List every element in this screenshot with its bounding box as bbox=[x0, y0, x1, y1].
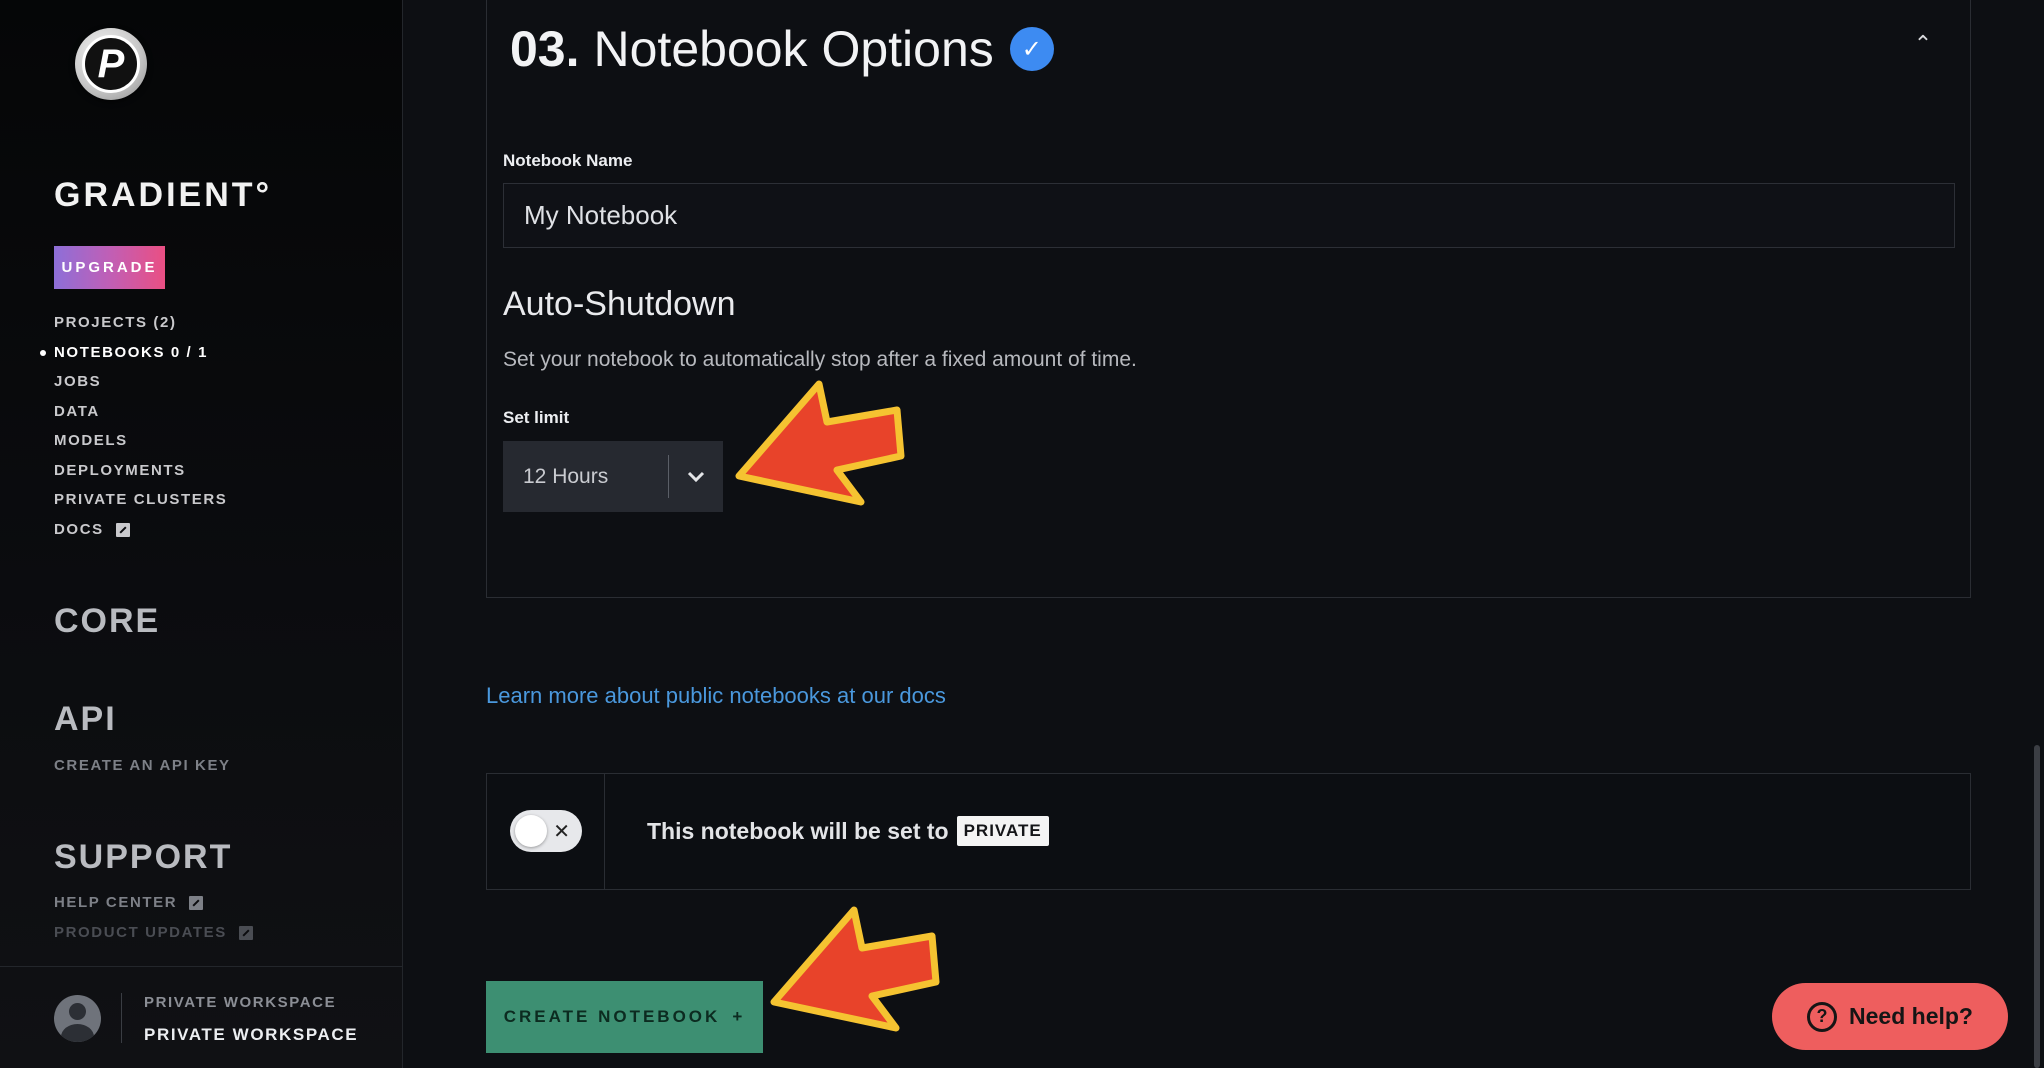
core-heading[interactable]: CORE bbox=[54, 602, 160, 641]
notebook-name-label: Notebook Name bbox=[503, 151, 633, 170]
scrollbar[interactable] bbox=[2034, 745, 2040, 1068]
set-limit-label: Set limit bbox=[503, 408, 570, 427]
sidebar: P GRADIENT° UPGRADE PROJECTS (2) NOTEBOO… bbox=[0, 0, 403, 1068]
privacy-text: This notebook will be set to bbox=[647, 817, 949, 844]
sidebar-nav: PROJECTS (2) NOTEBOOKS 0 / 1 JOBS DATA M… bbox=[39, 312, 227, 549]
external-link-icon bbox=[238, 925, 253, 940]
logo-ring: P bbox=[82, 35, 140, 93]
section-number: 03. bbox=[510, 21, 580, 77]
annotation-arrow-icon bbox=[735, 380, 905, 506]
chevron-up-icon[interactable]: ⌃ bbox=[1910, 33, 1936, 55]
section-header[interactable]: 03. Notebook Options ✓ bbox=[510, 20, 1054, 78]
auto-shutdown-heading: Auto-Shutdown bbox=[503, 285, 736, 323]
auto-shutdown-description: Set your notebook to automatically stop … bbox=[503, 348, 1137, 371]
sidebar-item-notebooks[interactable]: NOTEBOOKS 0 / 1 bbox=[39, 342, 227, 372]
sidebar-item-private-clusters[interactable]: PRIVATE CLUSTERS bbox=[54, 489, 227, 519]
sidebar-item-label: DOCS bbox=[54, 520, 104, 538]
workspace-label: PRIVATE WORKSPACE bbox=[144, 994, 337, 1011]
avatar[interactable] bbox=[54, 995, 101, 1042]
workspace-name: PRIVATE WORKSPACE bbox=[144, 1025, 359, 1044]
shutdown-limit-value: 12 Hours bbox=[523, 464, 609, 488]
need-help-label: Need help? bbox=[1849, 1003, 1973, 1029]
support-heading: SUPPORT bbox=[54, 838, 233, 876]
public-toggle[interactable]: ✕ bbox=[510, 810, 582, 852]
sidebar-item-label: PRIVATE CLUSTERS bbox=[54, 491, 228, 508]
toggle-cell: ✕ bbox=[487, 774, 605, 889]
notebook-name-input[interactable] bbox=[503, 183, 1955, 248]
api-heading[interactable]: API bbox=[54, 700, 117, 739]
external-link-icon bbox=[189, 895, 204, 910]
product-updates-link[interactable]: PRODUCT UPDATES bbox=[54, 924, 253, 941]
workspace-switcher[interactable]: PRIVATE WORKSPACE PRIVATE WORKSPACE bbox=[0, 966, 403, 1068]
shutdown-limit-select[interactable]: 12 Hours bbox=[503, 441, 723, 512]
need-help-button[interactable]: ? Need help? bbox=[1772, 983, 2008, 1050]
plus-icon: + bbox=[732, 1007, 746, 1026]
sidebar-item-label: MODELS bbox=[54, 432, 128, 449]
upgrade-button[interactable]: UPGRADE bbox=[54, 246, 165, 289]
question-circle-icon: ? bbox=[1807, 1001, 1838, 1032]
product-updates-label: PRODUCT UPDATES bbox=[54, 924, 227, 941]
logo-letter: P bbox=[97, 41, 125, 86]
privacy-setting: ✕ This notebook will be set to PRIVATE bbox=[486, 773, 1971, 890]
sidebar-item-label: JOBS bbox=[54, 373, 102, 390]
sidebar-item-docs[interactable]: DOCS bbox=[54, 519, 227, 549]
status-badge: PRIVATE bbox=[956, 816, 1049, 846]
section-title: Notebook Options bbox=[593, 21, 994, 77]
chevron-down-icon[interactable] bbox=[669, 441, 723, 512]
brand-title: GRADIENT° bbox=[54, 176, 273, 214]
help-center-label: HELP CENTER bbox=[54, 894, 178, 911]
create-notebook-button[interactable]: CREATE NOTEBOOK + bbox=[486, 981, 763, 1053]
check-circle-icon: ✓ bbox=[1009, 27, 1054, 71]
toggle-knob bbox=[515, 815, 547, 847]
sidebar-item-projects[interactable]: PROJECTS (2) bbox=[54, 312, 227, 342]
workspace-divider bbox=[121, 993, 122, 1043]
create-api-key-link[interactable]: CREATE AN API KEY bbox=[54, 757, 231, 774]
privacy-message: This notebook will be set to PRIVATE bbox=[647, 816, 1049, 846]
sidebar-item-label: DEPLOYMENTS bbox=[54, 461, 186, 479]
help-center-link[interactable]: HELP CENTER bbox=[54, 894, 204, 911]
paperspace-logo[interactable]: P bbox=[75, 28, 147, 100]
learn-more-link[interactable]: Learn more about public notebooks at our… bbox=[486, 683, 946, 709]
create-api-key-label: CREATE AN API KEY bbox=[54, 757, 231, 774]
sidebar-item-jobs[interactable]: JOBS bbox=[54, 371, 227, 401]
sidebar-item-models[interactable]: MODELS bbox=[54, 430, 227, 460]
sidebar-item-data[interactable]: DATA bbox=[54, 401, 227, 431]
sidebar-item-label: PROJECTS (2) bbox=[54, 314, 177, 331]
sidebar-item-label: DATA bbox=[54, 402, 100, 420]
annotation-arrow-icon bbox=[770, 906, 940, 1032]
sidebar-item-deployments[interactable]: DEPLOYMENTS bbox=[54, 460, 227, 490]
close-icon: ✕ bbox=[553, 821, 570, 843]
create-notebook-label: CREATE NOTEBOOK bbox=[503, 1007, 721, 1026]
external-link-icon bbox=[115, 522, 130, 537]
sidebar-item-label: NOTEBOOKS 0 / 1 bbox=[54, 343, 209, 361]
